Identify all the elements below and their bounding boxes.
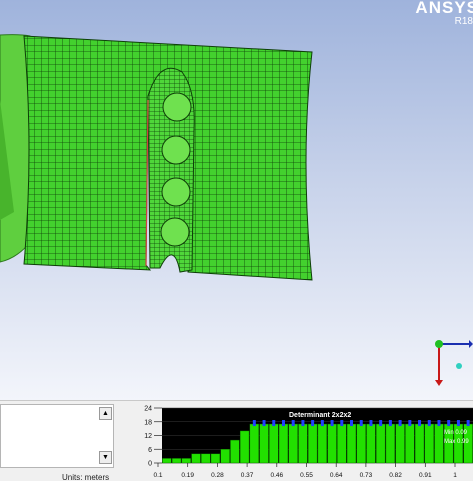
histogram-x-ticks: 0.1 0.19 0.28 0.37 0.46 0.55 0.64 0.73 0.82 0.91 1 [153,463,457,479]
histogram-bar [376,423,386,464]
histogram-bar [259,423,269,464]
histogram-bar-marker [369,420,373,427]
axis-triad [435,340,473,386]
histogram-min: Min 0.09 [444,430,468,436]
histogram-bar [356,423,366,464]
histogram-title: Determinant 2x2x2 [289,412,351,419]
x-tick-label: 0.1 [153,472,162,479]
y-tick-label: 18 [144,419,152,426]
histogram-bar-marker [398,420,402,427]
histogram-bar [162,458,172,464]
histogram-bar [210,453,221,464]
histogram-bar [327,423,337,464]
histogram-bar-marker [320,420,324,427]
histogram-bar [395,423,405,464]
slot-hole-1 [162,92,192,122]
x-tick-label: 0.28 [211,472,224,479]
histogram-bar [181,458,191,464]
scroll-up-button[interactable]: ▲ [99,407,112,420]
triad-y-arrow [435,380,443,386]
histogram-bar [434,423,444,464]
histogram-bar [278,423,289,464]
units-label: Units: meters [62,473,110,482]
histogram-bar-marker [330,420,334,427]
triad-z-marker [456,363,462,369]
histogram-bar-marker [359,420,363,427]
histogram-bar [239,430,250,464]
mesh-metric-histogram[interactable]: 0 6 12 18 24 0.1 0.19 0.28 0.37 0.46 0.55 0.64 0.73… [118,404,473,481]
histogram-bar [366,423,376,464]
histogram-bar [269,423,279,464]
histogram-bar-marker [340,420,344,427]
histogram-bar-marker [388,420,392,427]
mesh-model[interactable] [0,0,473,400]
histogram-bar [191,453,201,464]
histogram-bar [346,423,357,464]
x-tick-label: 0.73 [360,472,373,479]
histogram-bar-marker [252,420,256,427]
x-tick-label: 0.37 [241,472,254,479]
x-tick-label: 1 [453,472,457,479]
histogram-bar-marker [418,420,422,427]
histogram-y-ticks: 0 6 12 18 24 [144,406,162,468]
x-tick-label: 0.46 [270,472,283,479]
x-tick-label: 0.64 [330,472,343,479]
histogram-bar [424,423,434,464]
histogram-bar [171,458,182,464]
histogram-bar [317,423,328,464]
y-tick-label: 12 [144,433,152,440]
message-panel[interactable]: ▲ ▼ [0,404,114,468]
triad-origin [435,340,443,348]
histogram-bar [337,423,347,464]
histogram-bar [405,423,415,464]
histogram-bar-marker [456,420,460,427]
histogram-bar [414,423,425,464]
histogram-bar-marker [291,420,295,427]
histogram-bar [298,423,308,464]
slot-hole-2 [161,135,191,165]
x-tick-label: 0.82 [389,472,402,479]
graphics-viewport[interactable]: ANSYS R18 [0,0,473,400]
histogram-bar [385,423,396,464]
histogram-bar-marker [466,420,470,427]
x-tick-label: 0.55 [300,472,313,479]
y-tick-label: 6 [148,447,152,454]
histogram-bar-marker [350,420,354,427]
scroll-down-button[interactable]: ▼ [99,451,112,464]
y-tick-label: 24 [144,406,152,413]
histogram-bar-marker [311,420,315,427]
histogram-bar-marker [379,420,383,427]
histogram-bar [230,439,240,464]
histogram-bar [288,423,298,464]
histogram-bar-marker [301,420,305,427]
histogram-bar-marker [408,420,412,427]
histogram-bar [249,423,259,464]
bottom-panel: ▲ ▼ Units: meters 0 6 12 18 24 0.1 0.19 0.28 0.… [0,400,473,482]
histogram-bar-marker [281,420,285,427]
histogram-max: Max 0.99 [444,439,469,445]
histogram-bar-marker [447,420,451,427]
triad-x-arrow [469,340,473,348]
histogram-bar [220,449,230,464]
histogram-bar [307,423,318,464]
x-tick-label: 0.19 [181,472,194,479]
histogram-bar [201,453,211,464]
histogram-bar-marker [437,420,441,427]
histogram-bar-marker [427,420,431,427]
slot-hole-4 [160,217,190,247]
histogram-bar-marker [272,420,276,427]
slot-hole-3 [161,177,191,207]
histogram-bar-marker [262,420,266,427]
y-tick-label: 0 [148,461,152,468]
x-tick-label: 0.91 [419,472,432,479]
